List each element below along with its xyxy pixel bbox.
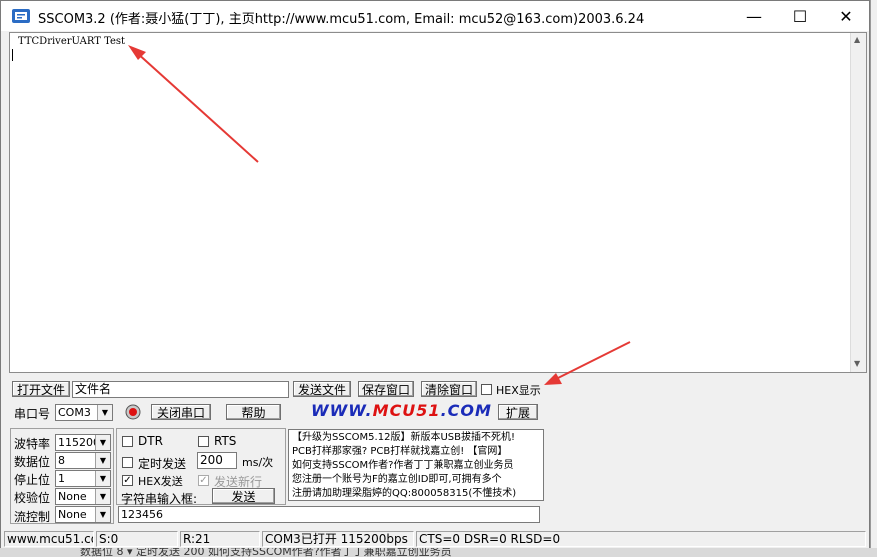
chevron-down-icon[interactable]: ▼ (97, 405, 112, 420)
close-port-button[interactable]: 关闭串口 (151, 404, 211, 420)
status-received-count: R:21 (180, 531, 260, 547)
databits-select[interactable]: 8 ▼ (55, 452, 111, 469)
input-label: 字符串输入框: (121, 492, 198, 506)
close-button[interactable]: ✕ (823, 1, 869, 31)
port-select[interactable]: COM3 ▼ (55, 404, 113, 421)
background-window-bottom: 数据位 8 ▾ 定时发送 200 如何支持SSCOM作者?作者丁丁兼职嘉立创业务… (0, 548, 877, 557)
open-file-button[interactable]: 打开文件 (12, 381, 70, 397)
chevron-down-icon[interactable]: ▼ (95, 507, 110, 522)
port-value: COM3 (58, 406, 91, 419)
flow-label: 流控制 (14, 510, 51, 524)
dtr-checkbox[interactable] (122, 436, 133, 447)
stopbits-value: 1 (58, 472, 65, 485)
help-button[interactable]: 帮助 (226, 404, 281, 420)
status-port: COM3已打开 115200bps (262, 531, 414, 547)
hex-display-checkbox[interactable] (481, 384, 492, 395)
chevron-down-icon[interactable]: ▼ (95, 453, 110, 468)
hex-display-label: HEX显示 (496, 384, 541, 397)
send-button[interactable]: 发送 (212, 488, 275, 504)
baud-select[interactable]: 115200 ▼ (55, 434, 111, 451)
chevron-down-icon[interactable]: ▼ (95, 489, 110, 504)
rts-label: RTS (214, 434, 237, 448)
background-window-text: 数据位 8 ▾ 定时发送 200 如何支持SSCOM作者?作者丁丁兼职嘉立创业务… (80, 548, 452, 557)
status-bar: www.mcu51.cor S:0 R:21 COM3已打开 115200bps… (1, 528, 869, 548)
hex-send-checkbox[interactable]: ✓ (122, 475, 133, 486)
interval-input[interactable]: 200 (197, 452, 237, 469)
interval-unit-label: ms/次 (242, 456, 274, 469)
expand-button[interactable]: 扩展 (498, 404, 538, 420)
send-input[interactable]: 123456 (118, 506, 540, 523)
rts-checkbox[interactable] (198, 436, 209, 447)
hex-send-label: HEX发送 (138, 475, 183, 488)
clear-window-button[interactable]: 清除窗口 (421, 381, 477, 397)
scroll-up-icon[interactable]: ▲ (854, 35, 860, 44)
logo-part-com: .COM (440, 401, 492, 420)
sscom-window: SSCOM3.2 (作者:聂小猛(丁丁), 主页http://www.mcu51… (0, 0, 870, 548)
ad-line: 如何支持SSCOM作者?作者丁丁兼职嘉立创业务员 (292, 460, 514, 471)
title-bar[interactable]: SSCOM3.2 (作者:聂小猛(丁丁), 主页http://www.mcu51… (1, 1, 869, 31)
window-title: SSCOM3.2 (作者:聂小猛(丁丁), 主页http://www.mcu51… (38, 12, 645, 27)
stopbits-label: 停止位 (14, 473, 51, 487)
send-file-button[interactable]: 发送文件 (293, 381, 351, 397)
flow-value: None (58, 508, 87, 521)
timed-send-label: 定时发送 (138, 457, 187, 471)
save-window-button[interactable]: 保存窗口 (358, 381, 414, 397)
baud-value: 115200 (58, 436, 100, 449)
chevron-down-icon[interactable]: ▼ (95, 471, 110, 486)
advertisement-box: 【升级为SSCOM5.12版】新版本USB拔插不死机! PCB打样那家强? PC… (288, 429, 544, 501)
ad-line: PCB打样那家强? PCB打样就找嘉立创! 【官网】 (292, 446, 508, 457)
dtr-label: DTR (138, 434, 163, 448)
status-site: www.mcu51.cor (4, 531, 94, 547)
parity-value: None (58, 490, 87, 503)
stopbits-select[interactable]: 1 ▼ (55, 470, 111, 487)
minimize-button[interactable]: — (731, 1, 777, 31)
ad-line: 您注册一个账号为F的嘉立创ID即可,可拥有多个 (292, 474, 502, 485)
ad-line: 【升级为SSCOM5.12版】新版本USB拔插不死机! (292, 432, 515, 443)
logo-part-www: WWW. (311, 401, 373, 420)
databits-label: 数据位 (14, 455, 51, 469)
scroll-down-icon[interactable]: ▼ (854, 359, 860, 368)
maximize-button[interactable]: ☐ (777, 1, 823, 31)
text-caret (12, 49, 13, 61)
baud-label: 波特率 (14, 437, 51, 451)
receive-textarea[interactable]: TTCDriverUART Test ▲ ▼ (9, 32, 867, 373)
timed-send-checkbox[interactable] (122, 457, 133, 468)
port-status-led-icon (125, 404, 141, 420)
status-sent-count: S:0 (96, 531, 178, 547)
chevron-down-icon[interactable]: ▼ (95, 435, 110, 450)
receive-text: TTCDriverUART Test (18, 36, 126, 47)
background-window (870, 0, 877, 557)
vertical-scrollbar[interactable]: ▲ ▼ (850, 33, 866, 372)
parity-select[interactable]: None ▼ (55, 488, 111, 505)
status-line-signals: CTS=0 DSR=0 RLSD=0 (416, 531, 866, 547)
parity-label: 校验位 (14, 491, 51, 505)
app-icon (12, 9, 30, 23)
port-label: 串口号 (14, 407, 51, 421)
filename-field[interactable]: 文件名 (72, 381, 289, 398)
send-newline-checkbox[interactable]: ✓ (198, 475, 209, 486)
mcu51-logo: WWW.MCU51.COM (311, 401, 492, 420)
databits-value: 8 (58, 454, 65, 467)
ad-line: 注册请加助理梁脂婷的QQ:800058315(不懂技术) (292, 488, 517, 499)
flow-select[interactable]: None ▼ (55, 506, 111, 523)
logo-part-mcu51: MCU51 (372, 401, 441, 420)
